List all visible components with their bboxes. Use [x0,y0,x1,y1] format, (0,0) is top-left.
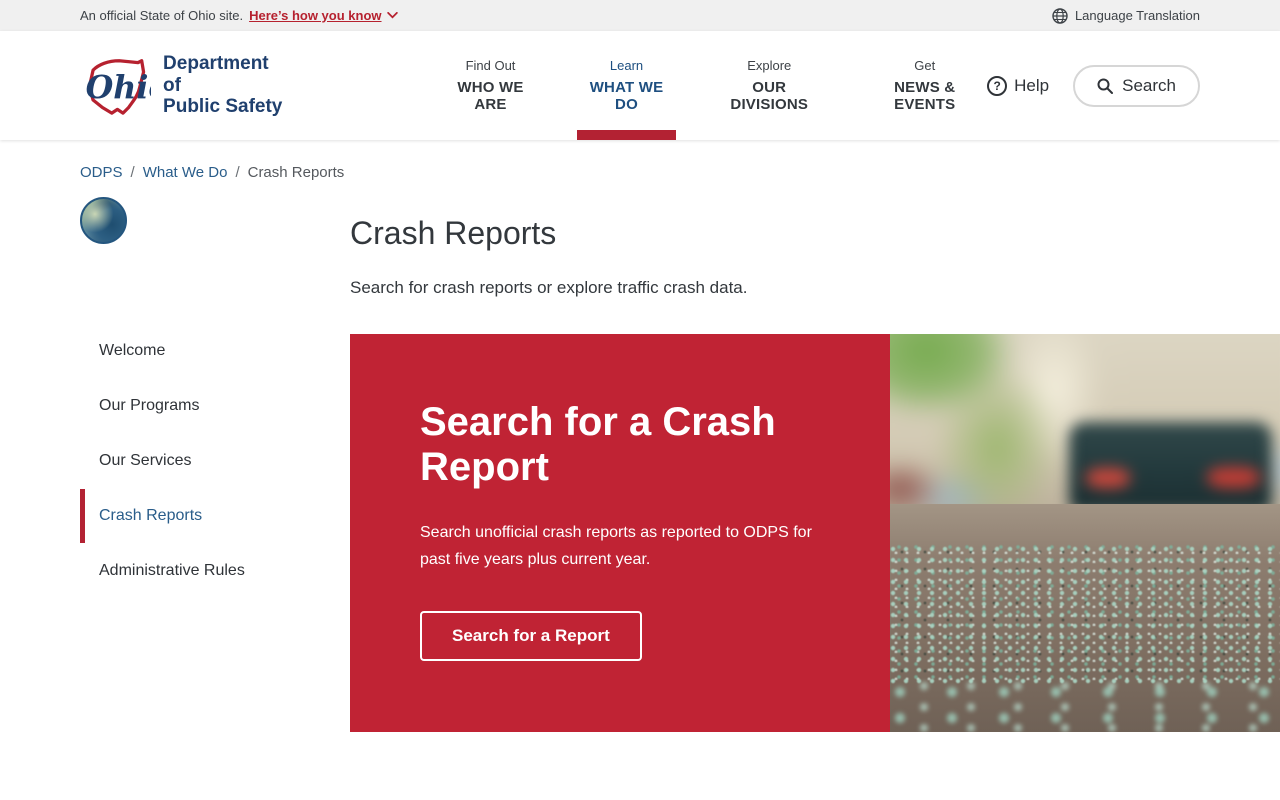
breadcrumb-current: Crash Reports [247,164,345,181]
section-avatar [80,197,127,244]
page-subtitle: Search for crash reports or explore traf… [350,278,748,297]
primary-nav: Find Out WHO WE ARE Learn WHAT WE DO Exp… [440,31,987,140]
help-label: Help [1014,75,1050,95]
photo-shattered-glass [890,545,1280,687]
section-sidebar: Welcome Our Programs Our Services Crash … [80,181,270,732]
nav-label: WHAT WE DO [589,79,664,113]
breadcrumb-what-we-do[interactable]: What We Do [143,164,228,181]
nav-eyebrow: Get [914,58,936,73]
nav-label: NEWS & EVENTS [894,79,956,113]
nav-eyebrow: Learn [609,58,644,73]
sidebar-item-administrative-rules[interactable]: Administrative Rules [80,544,270,598]
nav-what-we-do[interactable]: Learn WHAT WE DO [576,31,677,140]
sidebar-item-our-programs[interactable]: Our Programs [80,379,270,433]
sidebar-item-our-services[interactable]: Our Services [80,434,270,488]
nav-news-events[interactable]: Get NEWS & EVENTS [862,31,987,140]
official-site-left: An official State of Ohio site. Here’s h… [80,8,398,23]
sidebar-item-welcome[interactable]: Welcome [80,324,270,378]
logo-line2: Public Safety [163,96,283,118]
photo-taillight [1085,468,1131,489]
breadcrumb: ODPS / What We Do / Crash Reports [0,140,1280,181]
chevron-down-icon [386,12,398,19]
nav-eyebrow: Find Out [465,58,516,73]
question-circle-icon: ? [987,75,1008,96]
photo-glass-bokeh [890,681,1280,732]
crash-report-card: Search for a Crash Report Search unoffic… [350,334,1280,732]
page-title: Crash Reports [350,215,557,251]
logo-line1: Department of [163,52,269,96]
nav-label: OUR DIVISIONS [730,79,809,113]
crash-report-card-text: Search for a Crash Report Search unoffic… [350,334,890,732]
photo-car [1069,421,1273,512]
nav-who-we-are[interactable]: Find Out WHO WE ARE [440,31,541,140]
magnifier-icon [1097,78,1114,94]
crash-scene-photo [890,334,1280,732]
content-area: Welcome Our Programs Our Services Crash … [0,181,1280,732]
sidebar-item-crash-reports[interactable]: Crash Reports [80,489,270,543]
odps-logo[interactable]: Ohio Department of Public Safety [80,51,290,121]
nav-our-divisions[interactable]: Explore OUR DIVISIONS [712,31,826,140]
language-translation-label: Language Translation [1074,8,1200,23]
photo-road [890,504,1280,732]
search-for-report-button[interactable]: Search for a Report [420,611,642,662]
official-site-text: An official State of Ohio site. [80,8,244,23]
breadcrumb-odps[interactable]: ODPS [80,164,123,181]
nav-eyebrow: Explore [747,58,792,73]
logo-department-text: Department of Public Safety [163,53,290,119]
heres-how-you-know-link[interactable]: Here’s how you know [249,8,398,23]
nav-label: WHO WE ARE [457,79,524,113]
globe-icon [1052,7,1068,24]
svg-text:Ohio: Ohio [86,69,151,106]
help-button[interactable]: ? Help [987,75,1050,96]
sidebar-nav: Welcome Our Programs Our Services Crash … [80,324,270,598]
card-heading: Search for a Crash Report [420,400,776,490]
breadcrumb-separator: / [130,164,135,181]
main-panel: Crash Reports Search for crash reports o… [270,181,1280,732]
site-header: Ohio Department of Public Safety Find Ou… [0,31,1280,140]
ohio-state-outline-icon: Ohio [86,58,151,115]
search-button[interactable]: Search [1073,64,1200,107]
heres-how-you-know-label: Here’s how you know [249,8,382,23]
header-actions: ? Help Search [987,64,1200,107]
photo-taillight [1207,466,1261,489]
breadcrumb-separator: / [235,164,240,181]
search-label: Search [1122,75,1176,95]
language-translation-button[interactable]: Language Translation [1052,7,1200,24]
card-body-text: Search unofficial crash reports as repor… [420,524,812,568]
official-site-banner: An official State of Ohio site. Here’s h… [0,0,1280,31]
